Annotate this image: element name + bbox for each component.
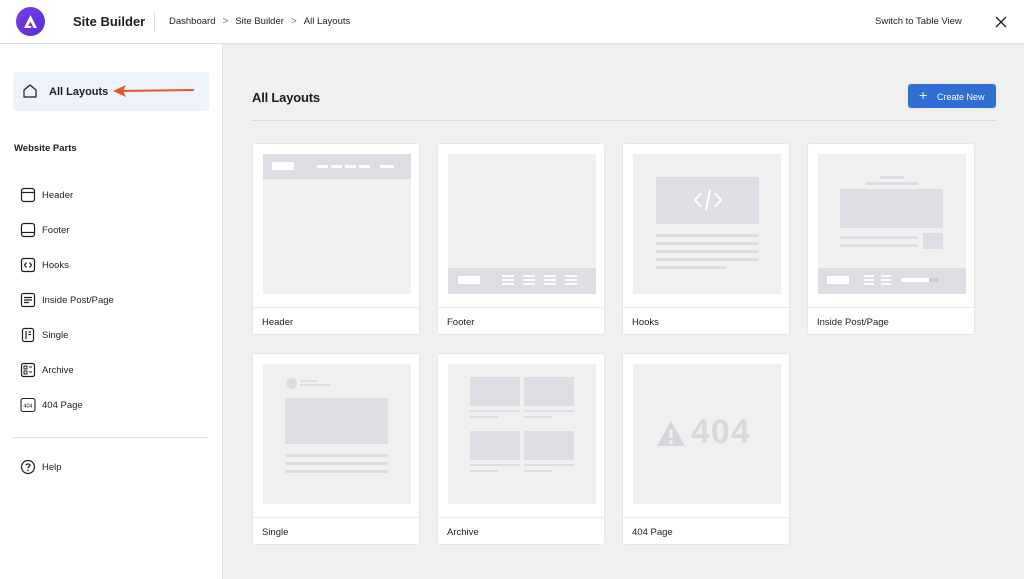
- plus-icon: +: [919, 87, 928, 103]
- title-divider: [252, 120, 996, 121]
- sidebar-divider: [13, 437, 208, 438]
- card-label: Archive: [447, 527, 479, 538]
- card-label: Inside Post/Page: [817, 317, 889, 328]
- 404-page-preview-thumbnail: 404: [633, 364, 781, 504]
- switch-to-table-view-link[interactable]: Switch to Table View: [875, 16, 962, 27]
- card-label: Header: [262, 317, 294, 328]
- sidebar-item-single[interactable]: Single: [14, 323, 210, 347]
- layout-card-inside-post-page[interactable]: Inside Post/Page: [807, 143, 975, 335]
- layout-card-footer[interactable]: Footer: [437, 143, 605, 335]
- sidebar-item-label: Help: [42, 462, 62, 473]
- inside-post-page-preview-thumbnail: [818, 154, 966, 294]
- footer-layout-icon: [20, 222, 36, 243]
- card-divider: [808, 307, 974, 308]
- breadcrumb-all-layouts: All Layouts: [303, 16, 351, 27]
- sidebar-item-label: All Layouts: [49, 86, 109, 98]
- layout-card-single[interactable]: Single: [252, 353, 420, 545]
- archive-grid-icon: [20, 362, 36, 383]
- sidebar-item-label: Footer: [42, 225, 70, 236]
- archive-preview-thumbnail: [448, 364, 596, 504]
- card-divider: [253, 307, 419, 308]
- sidebar-item-inside-post-page[interactable]: Inside Post/Page: [14, 288, 210, 312]
- card-label: Footer: [447, 317, 475, 328]
- sidebar-item-label: Archive: [42, 365, 74, 376]
- sidebar-item-help[interactable]: Help: [14, 455, 210, 479]
- hooks-preview-thumbnail: [633, 154, 781, 294]
- astra-logo-icon[interactable]: [16, 7, 45, 36]
- layout-card-archive[interactable]: Archive: [437, 353, 605, 545]
- close-icon[interactable]: [993, 14, 1009, 30]
- header-preview-thumbnail: [263, 154, 411, 294]
- code-brackets-icon: [693, 189, 723, 211]
- home-icon: [22, 83, 38, 104]
- 404-preview-text: 404: [691, 413, 751, 451]
- footer-preview-thumbnail: [448, 154, 596, 294]
- single-preview-thumbnail: [263, 364, 411, 504]
- post-lines-icon: [20, 292, 36, 313]
- help-circle-icon: [20, 459, 36, 480]
- card-label: Hooks: [632, 317, 659, 328]
- sidebar-item-hooks[interactable]: Hooks: [14, 253, 210, 277]
- annotation-arrow-icon: [112, 84, 196, 103]
- top-bar: Site Builder Dashboard > Site Builder > …: [0, 0, 1024, 44]
- sidebar-item-label: 404 Page: [42, 400, 83, 411]
- breadcrumb-separator: >: [290, 16, 297, 27]
- breadcrumb: Dashboard > Site Builder > All Layouts: [169, 16, 350, 27]
- sidebar-item-archive[interactable]: Archive: [14, 358, 210, 382]
- app-title: Site Builder: [73, 14, 146, 29]
- breadcrumb-dashboard[interactable]: Dashboard: [169, 16, 215, 27]
- card-label: Single: [262, 527, 289, 538]
- section-heading-website-parts: Website Parts: [14, 143, 77, 154]
- code-brackets-icon: [20, 257, 36, 278]
- 404-badge-icon: 404: [20, 397, 36, 418]
- layout-card-header[interactable]: Header: [252, 143, 420, 335]
- create-new-label: Create New: [937, 92, 985, 102]
- 404-badge-text: 404: [23, 404, 32, 410]
- create-new-button[interactable]: + Create New: [908, 84, 996, 108]
- card-divider: [623, 307, 789, 308]
- sidebar-item-label: Single: [42, 330, 69, 341]
- breadcrumb-site-builder[interactable]: Site Builder: [235, 16, 284, 27]
- sidebar-item-404-page[interactable]: 404 404 Page: [14, 393, 210, 417]
- sidebar-item-label: Header: [42, 190, 74, 201]
- layout-card-404-page[interactable]: 404 404 Page: [622, 353, 790, 545]
- warning-triangle-icon: [657, 421, 685, 446]
- sidebar-item-footer[interactable]: Footer: [14, 218, 210, 242]
- sidebar-item-label: Hooks: [42, 260, 69, 271]
- sidebar-item-header[interactable]: Header: [14, 183, 210, 207]
- single-page-icon: [20, 327, 36, 348]
- page-title: All Layouts: [252, 90, 320, 105]
- card-label: 404 Page: [632, 527, 673, 538]
- sidebar-item-label: Inside Post/Page: [42, 295, 114, 306]
- card-divider: [253, 517, 419, 518]
- header-layout-icon: [20, 187, 36, 208]
- card-divider: [438, 307, 604, 308]
- card-divider: [438, 517, 604, 518]
- sidebar: All Layouts Website Parts Header Footer …: [0, 44, 223, 579]
- card-divider: [623, 517, 789, 518]
- breadcrumb-separator: >: [222, 16, 229, 27]
- layout-card-hooks[interactable]: Hooks: [622, 143, 790, 335]
- topbar-divider: [154, 12, 155, 32]
